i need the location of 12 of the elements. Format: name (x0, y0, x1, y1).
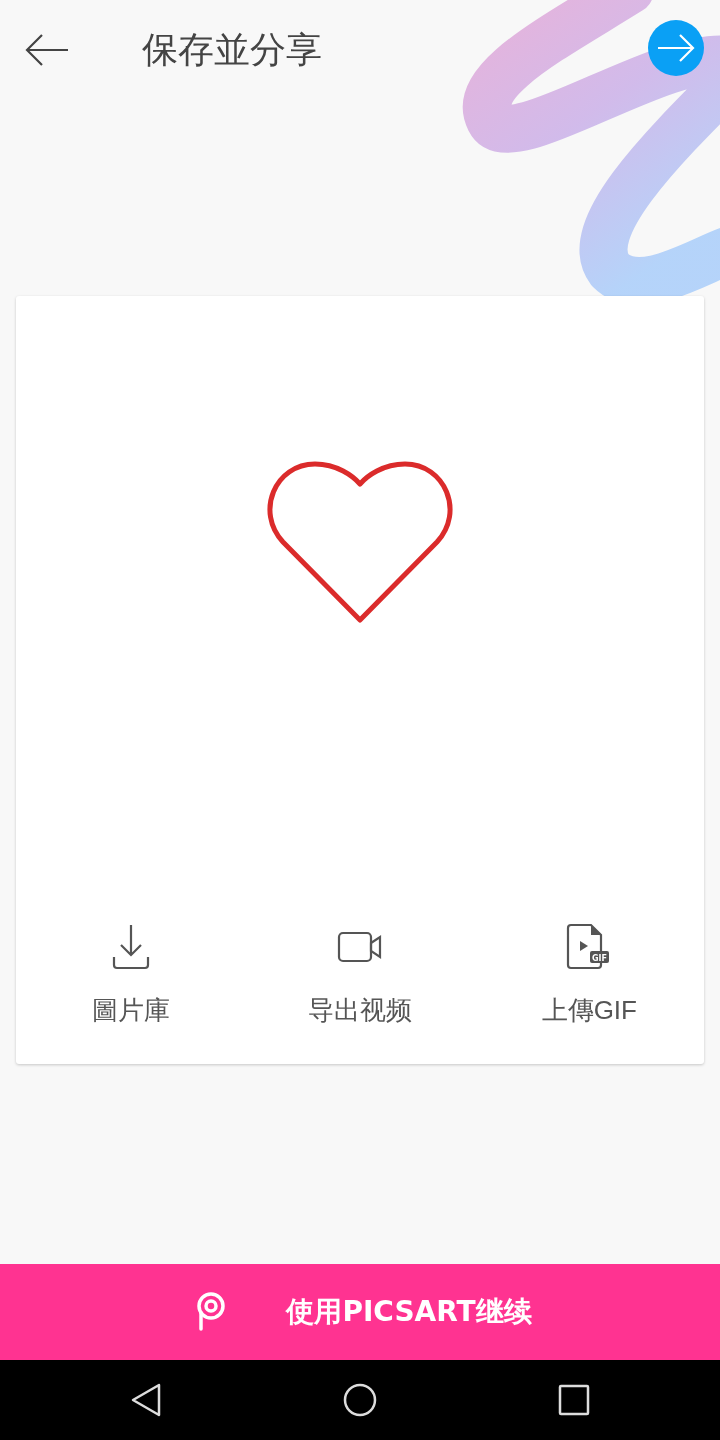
heart-icon (265, 460, 455, 624)
back-icon[interactable] (24, 33, 70, 67)
arrow-right-icon (656, 33, 696, 63)
download-icon (110, 923, 151, 971)
share-option[interactable]: GIF 上傳GIF (474, 923, 704, 1028)
recent-apps-icon[interactable] (558, 1384, 590, 1416)
next-button[interactable] (648, 20, 704, 76)
page-title: 保存並分享 (142, 27, 322, 72)
home-icon[interactable] (342, 1382, 378, 1418)
share-option[interactable]: 圖片庫 (16, 923, 246, 1028)
logo-icon (196, 1291, 227, 1333)
share-option[interactable]: 导出视频 (245, 923, 475, 1028)
